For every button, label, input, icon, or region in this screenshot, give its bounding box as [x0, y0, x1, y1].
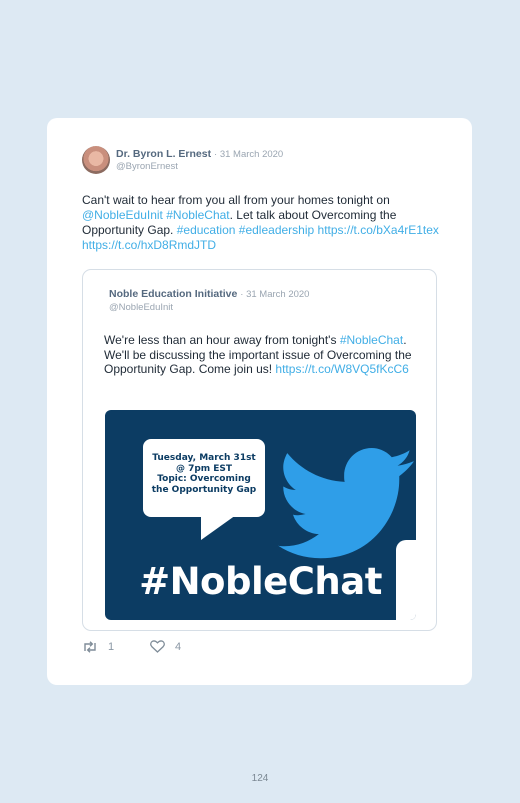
- twitter-bird-icon: [278, 448, 414, 559]
- tweet-text: Can't wait to hear from you all from you…: [82, 193, 442, 253]
- hashtag-link[interactable]: #NobleChat: [166, 208, 229, 222]
- page-number: 124: [251, 773, 269, 784]
- tweet-media-image[interactable]: Tuesday, March 31st @ 7pm EST Topic: Ove…: [105, 410, 416, 620]
- heart-icon[interactable]: [150, 640, 165, 653]
- hashtag-link[interactable]: #NobleChat: [340, 333, 403, 347]
- quoted-tweet-date[interactable]: · 31 March 2020: [240, 289, 309, 300]
- event-topic-text: Topic: Overcoming: [157, 474, 251, 484]
- event-time-text: @ 7pm EST: [175, 463, 233, 474]
- quoted-author-name[interactable]: Noble Education Initiative: [109, 288, 237, 300]
- image-hashtag-text: #NobleChat: [139, 560, 382, 603]
- speech-bubble: Tuesday, March 31st @ 7pm EST Topic: Ove…: [143, 439, 265, 517]
- event-date-text: Tuesday, March 31st: [152, 453, 256, 463]
- retweet-icon[interactable]: [82, 640, 98, 654]
- url-link[interactable]: https://t.co/hxD8RmdJTD: [82, 238, 216, 252]
- retweet-action[interactable]: 1: [82, 640, 114, 654]
- avatar[interactable]: [82, 146, 110, 174]
- hashtag-link[interactable]: #education: [177, 223, 236, 237]
- quoted-tweet[interactable]: Noble Education Initiative · 31 March 20…: [82, 269, 437, 631]
- hashtag-link[interactable]: #edleadership: [239, 223, 314, 237]
- author-name[interactable]: Dr. Byron L. Ernest: [116, 148, 211, 160]
- event-topic-text-2: the Opportunity Gap: [151, 484, 257, 495]
- mention-link[interactable]: @NobleEduInit: [82, 208, 163, 222]
- tweet-header: Dr. Byron L. Ernest · 31 March 2020: [116, 148, 283, 160]
- author-handle[interactable]: @ByronErnest: [116, 161, 178, 172]
- url-link[interactable]: https://t.co/bXa4rE1tex: [318, 223, 439, 237]
- like-count: 4: [175, 640, 182, 653]
- text-segment: We're less than an hour away from tonigh…: [104, 333, 340, 347]
- tweet-date[interactable]: · 31 March 2020: [214, 149, 283, 160]
- url-link[interactable]: https://t.co/W8VQ5fKcC6: [275, 362, 408, 376]
- like-action[interactable]: 4: [150, 640, 181, 653]
- quoted-tweet-header: Noble Education Initiative · 31 March 20…: [109, 288, 309, 300]
- quoted-tweet-text: We're less than an hour away from tonigh…: [104, 333, 424, 377]
- retweet-count: 1: [108, 641, 115, 653]
- tweet-card: Dr. Byron L. Ernest · 31 March 2020 @Byr…: [47, 118, 472, 685]
- quoted-author-handle[interactable]: @NobleEduInit: [109, 302, 173, 313]
- text-segment: Can't wait to hear from you all from you…: [82, 193, 390, 207]
- speech-bubble-tail: [201, 510, 243, 540]
